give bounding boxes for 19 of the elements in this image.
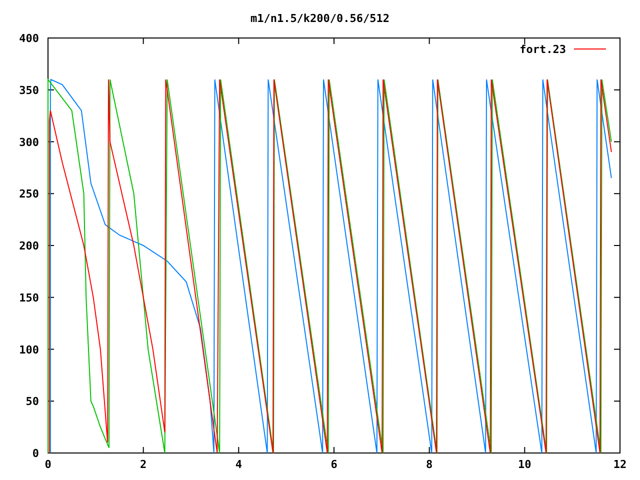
chart-title: m1/n1.5/k200/0.56/512 bbox=[250, 12, 390, 25]
x-tick-label: 0 bbox=[44, 458, 52, 471]
y-tick-label: 50 bbox=[26, 395, 39, 408]
legend-line-sample bbox=[574, 48, 606, 50]
x-tick-label: 12 bbox=[613, 458, 627, 471]
x-tick-label: 6 bbox=[330, 458, 338, 471]
x-tick-label: 2 bbox=[140, 458, 147, 471]
x-tick-label: 10 bbox=[518, 458, 532, 471]
y-tick-label: 0 bbox=[32, 447, 39, 460]
y-tick-label: 100 bbox=[19, 343, 39, 356]
y-tick-label: 400 bbox=[19, 32, 39, 45]
y-tick-label: 300 bbox=[19, 136, 39, 149]
legend-label: fort.23 bbox=[520, 43, 566, 56]
y-tick-label: 250 bbox=[19, 188, 39, 201]
y-tick-label: 150 bbox=[19, 291, 39, 304]
x-tick-label: 4 bbox=[235, 458, 242, 471]
x-tick-label: 8 bbox=[426, 458, 433, 471]
y-tick-label: 200 bbox=[19, 240, 39, 252]
y-tick-label: 350 bbox=[19, 84, 39, 97]
